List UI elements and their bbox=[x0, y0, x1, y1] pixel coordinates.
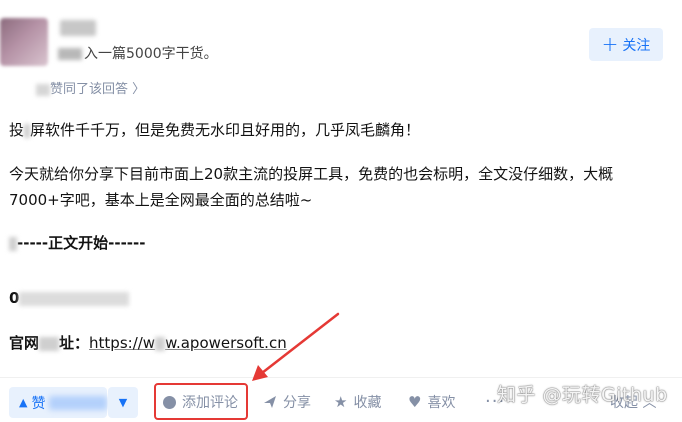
vote-up-label: 赞 bbox=[31, 395, 46, 412]
paragraph: 7000+字吧，基本上是全网最全面的总结啦~ bbox=[9, 191, 313, 209]
highlight-box bbox=[154, 383, 248, 420]
blurred-vote-count bbox=[49, 395, 107, 410]
like-label: 喜欢 bbox=[427, 395, 456, 411]
share-icon bbox=[264, 396, 276, 408]
vote-up-button[interactable]: ▲ 赞 bbox=[9, 387, 107, 418]
list-item-heading: 0 bbox=[9, 285, 130, 311]
vote-down-button[interactable]: ▼ bbox=[108, 387, 138, 418]
like-button[interactable]: ♥ 喜欢 bbox=[408, 387, 455, 417]
more-button[interactable]: ··· bbox=[485, 386, 505, 416]
author-bio-text: 入一篇5000字干货。 bbox=[84, 46, 218, 62]
voted-text: 赞同了该回答 〉 bbox=[50, 82, 146, 97]
follow-label: 关注 bbox=[622, 37, 651, 54]
website-link[interactable]: https://w w.apowersoft.cn bbox=[89, 334, 287, 352]
triangle-down-icon: ▼ bbox=[118, 396, 128, 409]
voted-notice[interactable]: 赞同了该回答 〉 bbox=[36, 78, 145, 97]
triangle-up-icon: ▲ bbox=[19, 396, 28, 409]
divider-text: -----正文开始------ bbox=[9, 230, 145, 256]
collapse-label: 收起 ︿ bbox=[610, 395, 657, 411]
blurred-text bbox=[58, 48, 82, 60]
action-bar: ▲ 赞 ▼ 添加评论 分享 ★ 收藏 ♥ 喜欢 ··· 收起 ︿ bbox=[0, 377, 682, 422]
blurred-text bbox=[39, 336, 60, 351]
blurred-text bbox=[19, 291, 130, 306]
answer-header: 入一篇5000字干货。 赞同了该回答 〉 + 关注 bbox=[0, 0, 682, 100]
paragraph: 投屏软件千千万，但是免费无水印且好用的，几乎凤毛麟角！ bbox=[9, 121, 421, 139]
follow-button[interactable]: + 关注 bbox=[589, 28, 663, 61]
favorite-label: 收藏 bbox=[353, 395, 382, 411]
avatar[interactable] bbox=[0, 18, 48, 66]
website-line: 官网 址：https://w w.apowersoft.cn bbox=[9, 334, 287, 352]
favorite-button[interactable]: ★ 收藏 bbox=[334, 387, 381, 417]
collapse-button[interactable]: 收起 ︿ bbox=[610, 387, 656, 417]
author-bio: 入一篇5000字干货。 bbox=[58, 43, 218, 63]
more-icon: ··· bbox=[485, 390, 506, 412]
star-icon: ★ bbox=[334, 393, 348, 411]
author-name[interactable] bbox=[60, 20, 96, 36]
plus-icon: + bbox=[601, 31, 619, 56]
blurred-text bbox=[36, 83, 50, 96]
share-label: 分享 bbox=[283, 395, 311, 411]
blurred-text bbox=[9, 236, 17, 251]
paragraph: 今天就给你分享下目前市面上20款主流的投屏工具，免费的也会标明，全文没仔细数，大… bbox=[9, 165, 614, 183]
heart-icon: ♥ bbox=[408, 393, 422, 411]
blurred-text bbox=[24, 123, 31, 138]
share-button[interactable]: 分享 bbox=[263, 387, 311, 417]
